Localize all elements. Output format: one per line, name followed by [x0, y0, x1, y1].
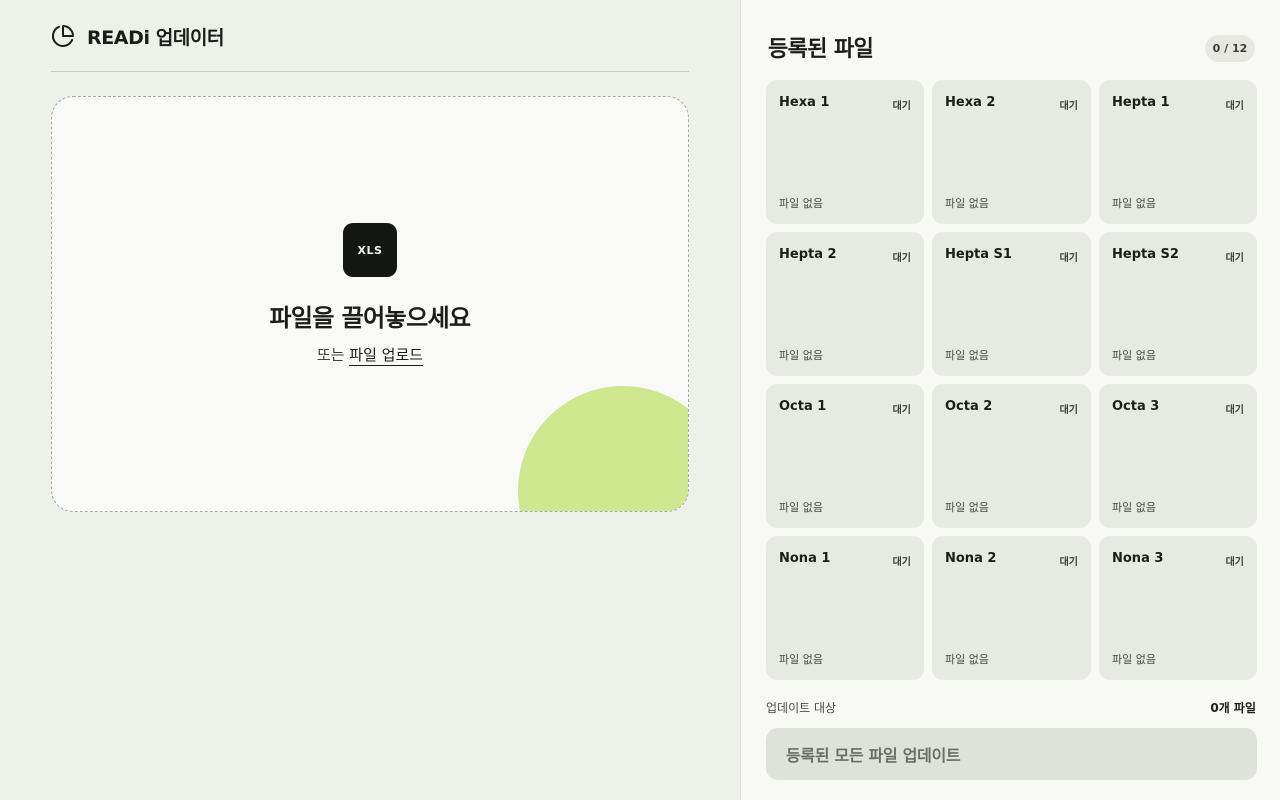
file-slot-grid: Hexa 1 대기 파일 없음 Hexa 2 대기 파일 없음 Hepta 1 …	[766, 80, 1257, 680]
slot-name: Hepta S1	[945, 247, 1012, 262]
slot-status: 대기	[1059, 253, 1078, 264]
slot-name: Octa 1	[779, 399, 827, 414]
slot-status: 대기	[1225, 405, 1244, 416]
slot-file: 파일 없음	[945, 197, 989, 210]
registered-files-panel: 등록된 파일 0 / 12 Hexa 1 대기 파일 없음 Hexa 2 대기 …	[740, 0, 1280, 800]
slot-file: 파일 없음	[1112, 197, 1156, 210]
slot-name: Octa 2	[945, 399, 993, 414]
slot-name: Hepta S2	[1112, 247, 1179, 262]
xls-file-icon: XLS	[343, 223, 397, 277]
slot-name: Hepta 1	[1112, 95, 1170, 110]
slot-file: 파일 없음	[945, 501, 989, 514]
slot-file: 파일 없음	[779, 349, 823, 362]
slot-status: 대기	[1059, 557, 1078, 568]
file-slot-card[interactable]: Hepta S2 대기 파일 없음	[1099, 232, 1257, 376]
panel-title: 등록된 파일	[768, 37, 874, 62]
slot-status: 대기	[892, 253, 911, 264]
slot-status: 대기	[1059, 405, 1078, 416]
dropzone-subtitle: 또는 파일 업로드	[52, 344, 688, 366]
slot-file: 파일 없음	[945, 349, 989, 362]
file-upload-link[interactable]: 파일 업로드	[349, 346, 424, 366]
slot-file: 파일 없음	[1112, 653, 1156, 666]
file-slot-card[interactable]: Octa 3 대기 파일 없음	[1099, 384, 1257, 528]
slot-file: 파일 없음	[1112, 501, 1156, 514]
slot-name: Hepta 2	[779, 247, 837, 262]
update-all-button[interactable]: 등록된 모든 파일 업데이트	[766, 728, 1257, 780]
file-slot-card[interactable]: Hexa 2 대기 파일 없음	[932, 80, 1091, 224]
slot-name: Hexa 1	[779, 95, 830, 110]
slot-name: Nona 2	[945, 551, 997, 566]
header-divider	[51, 71, 689, 72]
update-target-label: 업데이트 대상	[766, 701, 837, 715]
file-slot-card[interactable]: Hepta S1 대기 파일 없음	[932, 232, 1091, 376]
upload-panel: READi 업데이터 XLS 파일을 끌어놓으세요 또는 파일 업로드	[0, 0, 740, 800]
pie-chart-icon	[52, 25, 74, 47]
slot-file: 파일 없음	[945, 653, 989, 666]
slot-status: 대기	[892, 557, 911, 568]
slot-file: 파일 없음	[779, 653, 823, 666]
slot-name: Hexa 2	[945, 95, 996, 110]
file-slot-card[interactable]: Hepta 1 대기 파일 없음	[1099, 80, 1257, 224]
slot-file: 파일 없음	[1112, 349, 1156, 362]
file-slot-card[interactable]: Hepta 2 대기 파일 없음	[766, 232, 924, 376]
xls-badge-label: XLS	[357, 243, 383, 257]
slot-status: 대기	[1059, 101, 1078, 112]
update-target-count: 0개 파일	[1210, 701, 1256, 715]
slot-file: 파일 없음	[779, 197, 823, 210]
slot-status: 대기	[1225, 101, 1244, 112]
app-header: READi 업데이터	[51, 22, 225, 50]
file-slot-card[interactable]: Octa 2 대기 파일 없음	[932, 384, 1091, 528]
file-slot-card[interactable]: Nona 2 대기 파일 없음	[932, 536, 1091, 680]
file-count-badge: 0 / 12	[1205, 35, 1255, 62]
slot-status: 대기	[892, 101, 911, 112]
file-slot-card[interactable]: Nona 3 대기 파일 없음	[1099, 536, 1257, 680]
file-slot-card[interactable]: Nona 1 대기 파일 없음	[766, 536, 924, 680]
slot-file: 파일 없음	[779, 501, 823, 514]
dropzone-title: 파일을 끌어놓으세요	[269, 304, 471, 332]
slot-name: Octa 3	[1112, 399, 1160, 414]
file-dropzone[interactable]: XLS 파일을 끌어놓으세요 또는 파일 업로드	[51, 96, 689, 512]
slot-name: Nona 1	[779, 551, 831, 566]
slot-status: 대기	[892, 405, 911, 416]
decorative-circle	[518, 386, 688, 511]
slot-name: Nona 3	[1112, 551, 1164, 566]
slot-status: 대기	[1225, 253, 1244, 264]
dropzone-or-text: 또는	[316, 346, 345, 364]
file-slot-card[interactable]: Hexa 1 대기 파일 없음	[766, 80, 924, 224]
app-title: READi 업데이터	[87, 26, 225, 49]
slot-status: 대기	[1225, 557, 1244, 568]
file-slot-card[interactable]: Octa 1 대기 파일 없음	[766, 384, 924, 528]
